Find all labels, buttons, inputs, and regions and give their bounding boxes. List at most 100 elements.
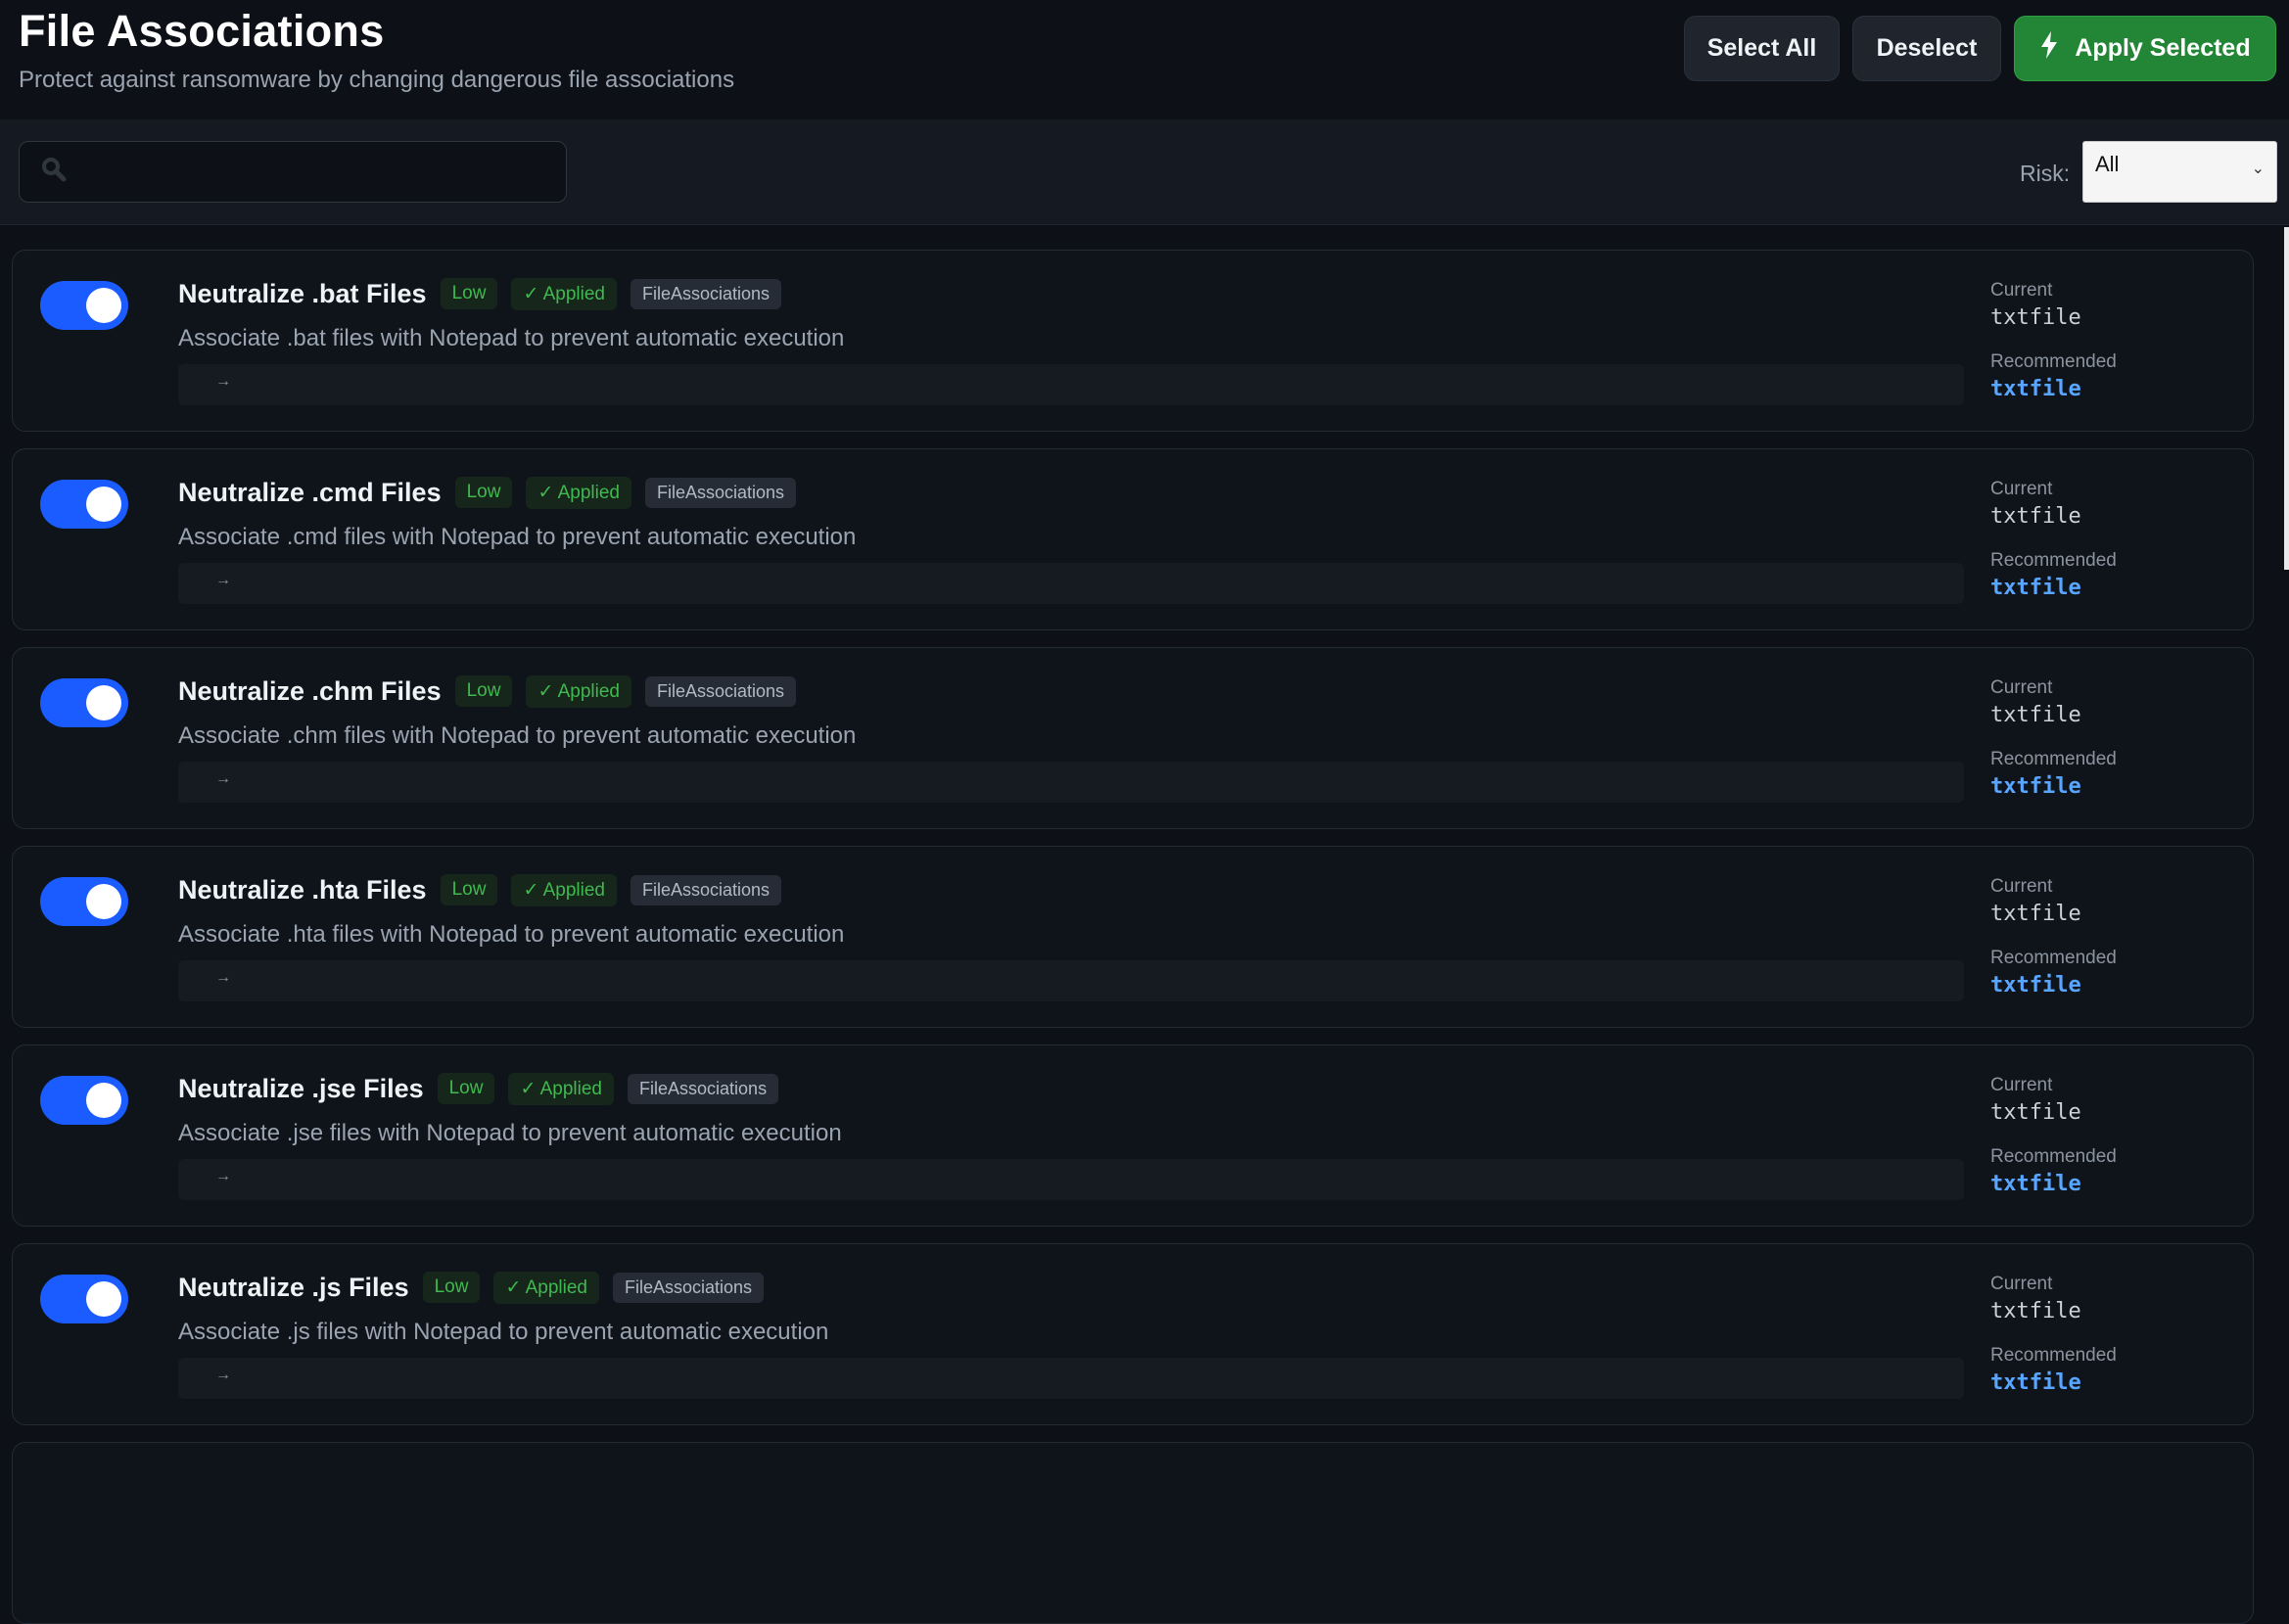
card-description: Associate .hta files with Notepad to pre… bbox=[178, 921, 845, 948]
association-card: Neutralize .hta Files Low ✓ Applied File… bbox=[12, 846, 2254, 1028]
card-header: Neutralize .jse Files Low ✓ Applied File… bbox=[178, 1071, 779, 1106]
risk-badge: Low bbox=[454, 675, 513, 707]
risk-badge: Low bbox=[437, 1073, 495, 1104]
search-icon bbox=[41, 157, 67, 188]
status-badge: ✓ Applied bbox=[526, 476, 631, 509]
value-panel: Current txtfile Recommended txtfile bbox=[1990, 876, 2235, 998]
association-card: Neutralize .js Files Low ✓ Applied FileA… bbox=[12, 1243, 2254, 1425]
current-value: txtfile bbox=[1990, 902, 2081, 926]
arrow-right-icon: → bbox=[215, 969, 231, 986]
card-title: Neutralize .js Files bbox=[178, 1272, 409, 1302]
category-badge: FileAssociations bbox=[630, 278, 782, 309]
change-preview: → bbox=[178, 563, 1964, 604]
card-title: Neutralize .bat Files bbox=[178, 278, 427, 308]
page-subtitle: Protect against ransomware by changing d… bbox=[19, 67, 735, 93]
recommended-value: txtfile bbox=[1990, 576, 2081, 600]
category-badge: FileAssociations bbox=[645, 675, 797, 707]
page-header: File Associations Protect against ransom… bbox=[0, 0, 2289, 119]
category-badge: FileAssociations bbox=[645, 477, 797, 508]
category-badge: FileAssociations bbox=[628, 1073, 779, 1104]
recommended-value: txtfile bbox=[1990, 774, 2081, 799]
card-title: Neutralize .jse Files bbox=[178, 1073, 424, 1103]
lightning-bolt-icon bbox=[2039, 31, 2059, 66]
toggle-knob bbox=[86, 685, 121, 720]
value-panel: Current txtfile Recommended txtfile bbox=[1990, 479, 2235, 600]
enable-toggle[interactable] bbox=[40, 877, 128, 926]
recommended-label: Recommended bbox=[1990, 948, 2117, 968]
card-title: Neutralize .cmd Files bbox=[178, 477, 442, 507]
association-card-partial bbox=[12, 1442, 2254, 1624]
card-title: Neutralize .hta Files bbox=[178, 874, 427, 905]
recommended-label: Recommended bbox=[1990, 550, 2117, 571]
risk-badge: Low bbox=[440, 874, 498, 905]
risk-badge: Low bbox=[422, 1272, 481, 1303]
arrow-right-icon: → bbox=[215, 770, 231, 787]
risk-badge: Low bbox=[454, 477, 513, 508]
status-badge: ✓ Applied bbox=[511, 873, 617, 906]
recommended-value: txtfile bbox=[1990, 1370, 2081, 1395]
recommended-value: txtfile bbox=[1990, 1172, 2081, 1196]
apply-selected-label: Apply Selected bbox=[2075, 34, 2251, 62]
association-card: Neutralize .jse Files Low ✓ Applied File… bbox=[12, 1044, 2254, 1227]
enable-toggle[interactable] bbox=[40, 281, 128, 330]
category-badge: FileAssociations bbox=[630, 874, 782, 905]
risk-filter-select[interactable]: All ⌄ bbox=[2082, 141, 2277, 203]
risk-filter-label: Risk: bbox=[2020, 161, 2071, 186]
value-panel: Current txtfile Recommended txtfile bbox=[1990, 1274, 2235, 1395]
value-panel: Current txtfile Recommended txtfile bbox=[1990, 1075, 2235, 1196]
card-header: Neutralize .js Files Low ✓ Applied FileA… bbox=[178, 1270, 765, 1305]
status-badge: ✓ Applied bbox=[511, 277, 617, 310]
card-header: Neutralize .chm Files Low ✓ Applied File… bbox=[178, 673, 797, 709]
enable-toggle[interactable] bbox=[40, 678, 128, 727]
filter-bar: Risk: All ⌄ bbox=[0, 119, 2289, 225]
current-label: Current bbox=[1990, 1075, 2053, 1095]
card-title: Neutralize .chm Files bbox=[178, 675, 442, 706]
toggle-knob bbox=[86, 884, 121, 919]
toggle-knob bbox=[86, 288, 121, 323]
recommended-label: Recommended bbox=[1990, 351, 2117, 372]
current-label: Current bbox=[1990, 1274, 2053, 1294]
current-label: Current bbox=[1990, 479, 2053, 499]
card-header: Neutralize .bat Files Low ✓ Applied File… bbox=[178, 276, 782, 311]
recommended-label: Recommended bbox=[1990, 1146, 2117, 1167]
select-all-button[interactable]: Select All bbox=[1684, 16, 1840, 81]
current-label: Current bbox=[1990, 677, 2053, 698]
association-card: Neutralize .chm Files Low ✓ Applied File… bbox=[12, 647, 2254, 829]
current-value: txtfile bbox=[1990, 1100, 2081, 1125]
deselect-button[interactable]: Deselect bbox=[1852, 16, 2001, 81]
change-preview: → bbox=[178, 364, 1964, 405]
change-preview: → bbox=[178, 960, 1964, 1001]
change-preview: → bbox=[178, 1358, 1964, 1399]
current-value: txtfile bbox=[1990, 305, 2081, 330]
status-badge: ✓ Applied bbox=[493, 1271, 599, 1304]
card-description: Associate .jse files with Notepad to pre… bbox=[178, 1120, 842, 1146]
risk-filter-value: All bbox=[2095, 152, 2120, 176]
search-input[interactable] bbox=[78, 159, 548, 185]
card-description: Associate .js files with Notepad to prev… bbox=[178, 1319, 829, 1345]
card-description: Associate .cmd files with Notepad to pre… bbox=[178, 524, 857, 550]
card-header: Neutralize .hta Files Low ✓ Applied File… bbox=[178, 872, 782, 907]
current-value: txtfile bbox=[1990, 504, 2081, 529]
card-description: Associate .chm files with Notepad to pre… bbox=[178, 722, 857, 749]
enable-toggle[interactable] bbox=[40, 1275, 128, 1323]
scrollbar-thumb[interactable] bbox=[2284, 227, 2289, 570]
current-label: Current bbox=[1990, 280, 2053, 301]
page-title: File Associations bbox=[19, 6, 385, 56]
toggle-knob bbox=[86, 1281, 121, 1317]
chevron-down-icon: ⌄ bbox=[2251, 161, 2265, 177]
current-value: txtfile bbox=[1990, 703, 2081, 727]
association-card: Neutralize .bat Files Low ✓ Applied File… bbox=[12, 250, 2254, 432]
enable-toggle[interactable] bbox=[40, 480, 128, 529]
search-box[interactable] bbox=[19, 141, 567, 203]
category-badge: FileAssociations bbox=[613, 1272, 765, 1303]
recommended-value: txtfile bbox=[1990, 973, 2081, 998]
apply-selected-button[interactable]: Apply Selected bbox=[2014, 16, 2276, 81]
arrow-right-icon: → bbox=[215, 1168, 231, 1184]
enable-toggle[interactable] bbox=[40, 1076, 128, 1125]
arrow-right-icon: → bbox=[215, 1367, 231, 1383]
value-panel: Current txtfile Recommended txtfile bbox=[1990, 280, 2235, 401]
value-panel: Current txtfile Recommended txtfile bbox=[1990, 677, 2235, 799]
toggle-knob bbox=[86, 1083, 121, 1118]
current-label: Current bbox=[1990, 876, 2053, 897]
card-header: Neutralize .cmd Files Low ✓ Applied File… bbox=[178, 475, 797, 510]
